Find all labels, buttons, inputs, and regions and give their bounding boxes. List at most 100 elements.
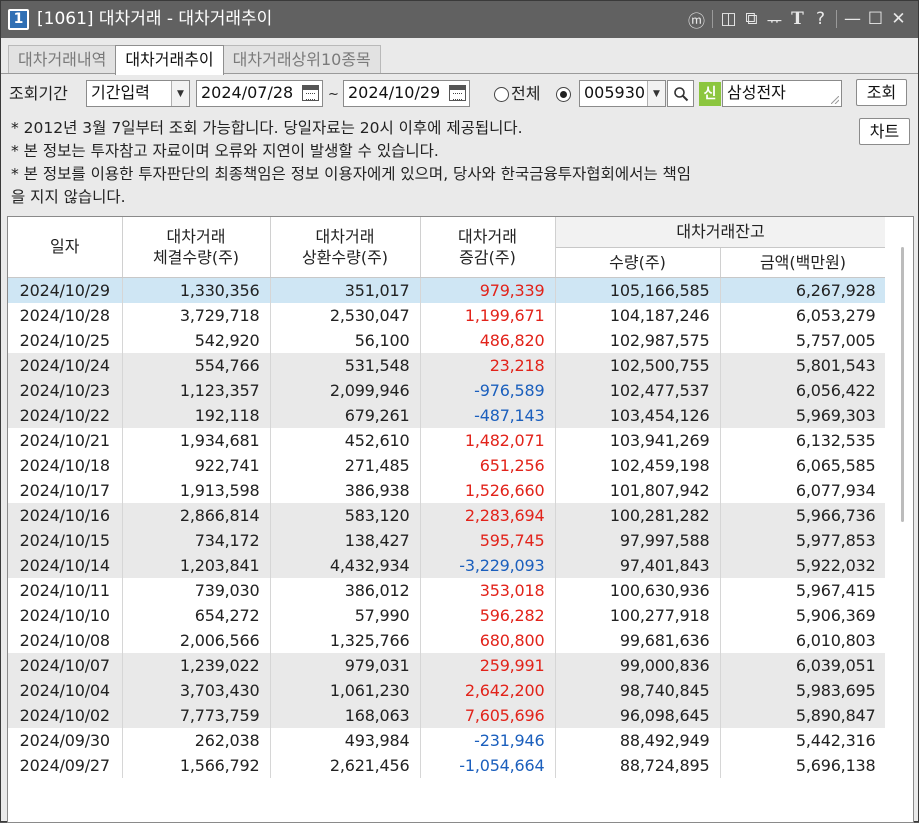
chart-button[interactable]: 차트 bbox=[859, 118, 910, 145]
cell-executed-qty: 554,766 bbox=[122, 352, 271, 378]
tab-top10-stocks[interactable]: 대차거래상위10종목 bbox=[222, 45, 381, 74]
table-row[interactable]: 2024/10/17 1,913,598 386,938 1,526,660 101,8… bbox=[8, 477, 887, 503]
table-row[interactable]: 2024/09/27 1,566,792 2,621,456 -1,054,664 88… bbox=[8, 752, 887, 778]
cell-date: 2024/10/23 bbox=[8, 377, 123, 403]
minimize-icon[interactable]: — bbox=[841, 7, 864, 31]
table-row[interactable]: 2024/10/22 192,118 679,261 -487,143 103,454,… bbox=[8, 402, 887, 428]
cell-balance-qty: 102,987,575 bbox=[555, 327, 721, 353]
cell-balance-amount: 5,922,032 bbox=[720, 552, 887, 578]
table-row[interactable]: 2024/10/25 542,920 56,100 486,820 102,987,57… bbox=[8, 327, 887, 353]
radio-stock[interactable] bbox=[556, 87, 571, 102]
header-repaid-qty[interactable]: 대차거래 상환수량(주) bbox=[270, 217, 421, 278]
table-row[interactable]: 2024/10/11 739,030 386,012 353,018 100,630,9… bbox=[8, 577, 887, 603]
table-row[interactable]: 2024/10/24 554,766 531,548 23,218 102,500,75… bbox=[8, 352, 887, 378]
cell-executed-qty: 1,123,357 bbox=[122, 377, 271, 403]
cell-balance-amount: 5,906,369 bbox=[720, 602, 887, 628]
header-date[interactable]: 일자 bbox=[8, 217, 123, 278]
close-icon[interactable]: ✕ bbox=[887, 7, 910, 31]
help-icon[interactable]: ? bbox=[809, 7, 832, 31]
search-button[interactable]: 조회 bbox=[856, 79, 907, 106]
maximize-icon[interactable]: ☐ bbox=[864, 7, 887, 31]
cell-date: 2024/10/10 bbox=[8, 602, 123, 628]
cell-executed-qty: 7,773,759 bbox=[122, 702, 271, 728]
cell-balance-qty: 102,459,198 bbox=[555, 452, 721, 478]
chevron-down-icon[interactable]: ▼ bbox=[171, 81, 189, 106]
tab-lending-trend[interactable]: 대차거래추이 bbox=[115, 45, 224, 75]
cell-date: 2024/10/17 bbox=[8, 477, 123, 503]
table-row[interactable]: 2024/10/02 7,773,759 168,063 7,605,696 96,09… bbox=[8, 702, 887, 728]
title-bar[interactable]: 1 [1061] 대차거래 - 대차거래추이 ⓜ ◫ ⧉ ᅲ T ? — ☐ ✕ bbox=[1, 1, 918, 38]
cell-repaid-qty: 493,984 bbox=[270, 727, 421, 753]
header-balance-qty[interactable]: 수량(주) bbox=[555, 247, 721, 278]
cell-date: 2024/10/07 bbox=[8, 652, 123, 678]
cell-balance-qty: 104,187,246 bbox=[555, 302, 721, 328]
font-icon[interactable]: T bbox=[786, 7, 809, 31]
chevron-down-icon[interactable]: ▼ bbox=[647, 81, 665, 106]
pin-icon[interactable]: ᅲ bbox=[763, 7, 786, 32]
table-row[interactable]: 2024/10/08 2,006,566 1,325,766 680,800 99,68… bbox=[8, 627, 887, 653]
table-row[interactable]: 2024/10/10 654,272 57,990 596,282 100,277,91… bbox=[8, 602, 887, 628]
window-number-badge[interactable]: 1 bbox=[8, 9, 29, 30]
table-row[interactable]: 2024/10/14 1,203,841 4,432,934 -3,229,093 97… bbox=[8, 552, 887, 578]
calendar-icon[interactable] bbox=[449, 85, 466, 101]
cell-balance-amount: 5,966,736 bbox=[720, 502, 887, 528]
header-executed-qty[interactable]: 대차거래 체결수량(주) bbox=[122, 217, 271, 278]
cell-change-qty: 353,018 bbox=[420, 577, 556, 603]
stock-code-value: 005930 bbox=[584, 83, 646, 102]
cell-date: 2024/09/27 bbox=[8, 752, 123, 778]
start-date-field[interactable]: 2024/07/28 bbox=[196, 80, 323, 107]
tab-lending-history[interactable]: 대차거래내역 bbox=[8, 45, 117, 74]
cell-balance-amount: 6,010,803 bbox=[720, 627, 887, 653]
cell-repaid-qty: 452,610 bbox=[270, 427, 421, 453]
app-window: 1 [1061] 대차거래 - 대차거래추이 ⓜ ◫ ⧉ ᅲ T ? — ☐ ✕… bbox=[0, 0, 919, 823]
cell-balance-amount: 5,442,316 bbox=[720, 727, 887, 753]
cell-change-qty: -976,589 bbox=[420, 377, 556, 403]
stock-search-button[interactable] bbox=[667, 80, 694, 107]
end-date-field[interactable]: 2024/10/29 bbox=[343, 80, 470, 107]
stock-name-field[interactable]: 삼성전자 bbox=[722, 80, 842, 107]
period-label: 조회기간 bbox=[9, 84, 68, 103]
header-balance-amount[interactable]: 금액(백만원) bbox=[720, 247, 887, 278]
table-row[interactable]: 2024/10/23 1,123,357 2,099,946 -976,589 102,… bbox=[8, 377, 887, 403]
cell-executed-qty: 654,272 bbox=[122, 602, 271, 628]
cell-executed-qty: 192,118 bbox=[122, 402, 271, 428]
memo-icon[interactable]: ⓜ bbox=[685, 7, 708, 32]
cell-repaid-qty: 57,990 bbox=[270, 602, 421, 628]
scrollbar-track[interactable] bbox=[885, 217, 913, 822]
table-row[interactable]: 2024/10/29 1,330,356 351,017 979,339 105,166… bbox=[8, 277, 887, 303]
data-grid[interactable]: 일자 대차거래 체결수량(주) 대차거래 상환수량(주) 대차거래 증감(주) … bbox=[7, 216, 914, 823]
header-change-qty[interactable]: 대차거래 증감(주) bbox=[420, 217, 556, 278]
copy-window-icon[interactable]: ⧉ bbox=[740, 7, 763, 31]
cell-change-qty: -1,054,664 bbox=[420, 752, 556, 778]
cell-balance-amount: 6,267,928 bbox=[720, 277, 887, 303]
cell-balance-qty: 100,277,918 bbox=[555, 602, 721, 628]
table-row[interactable]: 2024/10/18 922,741 271,485 651,256 102,459,1… bbox=[8, 452, 887, 478]
stock-code-input[interactable]: 005930 ▼ bbox=[579, 80, 666, 107]
restore-icon[interactable]: ◫ bbox=[717, 7, 740, 31]
table-row[interactable]: 2024/10/07 1,239,022 979,031 259,991 99,000,… bbox=[8, 652, 887, 678]
radio-all-label[interactable]: 전체 bbox=[511, 84, 540, 104]
cell-change-qty: 7,605,696 bbox=[420, 702, 556, 728]
cell-balance-amount: 5,977,853 bbox=[720, 527, 887, 553]
notice-line: 을 지지 않습니다. bbox=[11, 188, 126, 206]
cell-balance-qty: 97,997,588 bbox=[555, 527, 721, 553]
cell-balance-qty: 88,724,895 bbox=[555, 752, 721, 778]
cell-change-qty: 680,800 bbox=[420, 627, 556, 653]
table-row[interactable]: 2024/10/04 3,703,430 1,061,230 2,642,200 98,… bbox=[8, 677, 887, 703]
cell-balance-qty: 103,454,126 bbox=[555, 402, 721, 428]
calendar-icon[interactable] bbox=[302, 85, 319, 101]
table-row[interactable]: 2024/10/21 1,934,681 452,610 1,482,071 103,9… bbox=[8, 427, 887, 453]
period-mode-select[interactable]: 기간입력 ▼ bbox=[86, 80, 190, 107]
cell-repaid-qty: 1,061,230 bbox=[270, 677, 421, 703]
radio-all[interactable] bbox=[494, 87, 509, 102]
table-row[interactable]: 2024/09/30 262,038 493,984 -231,946 88,492,9… bbox=[8, 727, 887, 753]
scrollbar-thumb[interactable] bbox=[901, 247, 904, 522]
cell-balance-qty: 88,492,949 bbox=[555, 727, 721, 753]
cell-repaid-qty: 351,017 bbox=[270, 277, 421, 303]
cell-balance-amount: 5,696,138 bbox=[720, 752, 887, 778]
table-row[interactable]: 2024/10/28 3,729,718 2,530,047 1,199,671 104… bbox=[8, 302, 887, 328]
table-row[interactable]: 2024/10/16 2,866,814 583,120 2,283,694 100,2… bbox=[8, 502, 887, 528]
cell-balance-qty: 101,807,942 bbox=[555, 477, 721, 503]
table-row[interactable]: 2024/10/15 734,172 138,427 595,745 97,997,58… bbox=[8, 527, 887, 553]
cell-executed-qty: 3,703,430 bbox=[122, 677, 271, 703]
